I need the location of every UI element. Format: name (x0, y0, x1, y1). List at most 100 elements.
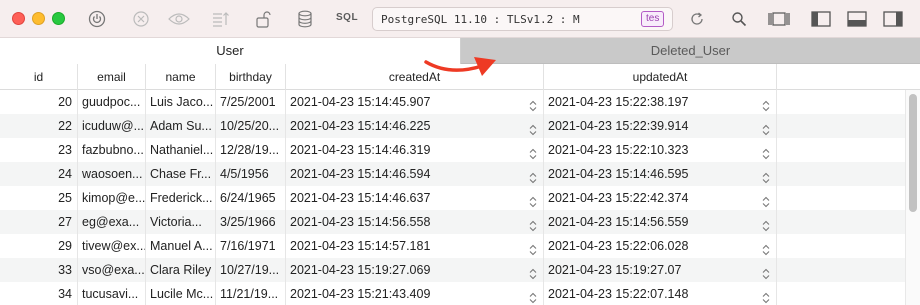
cell-createdat[interactable]: 2021-04-23 15:19:27.069 (286, 258, 544, 282)
cell-name[interactable]: Luis Jaco... (146, 90, 216, 114)
cell-name[interactable]: Nathaniel... (146, 138, 216, 162)
stepper-icon[interactable] (762, 192, 770, 208)
vertical-scrollbar[interactable] (905, 90, 920, 305)
stepper-icon[interactable] (762, 120, 770, 136)
cell-createdat[interactable]: 2021-04-23 15:21:43.409 (286, 282, 544, 305)
cell-createdat[interactable]: 2021-04-23 15:14:56.558 (286, 210, 544, 234)
cell-name[interactable]: Frederick... (146, 186, 216, 210)
cell-createdat[interactable]: 2021-04-23 15:14:46.594 (286, 162, 544, 186)
table-row[interactable]: 20 guudpoc... Luis Jaco... 7/25/2001 2021-04… (0, 90, 905, 114)
sort-icon[interactable] (210, 8, 232, 30)
stepper-icon[interactable] (762, 168, 770, 184)
cell-empty[interactable] (777, 210, 905, 234)
cell-birthday[interactable]: 6/24/1965 (216, 186, 286, 210)
cell-empty[interactable] (777, 138, 905, 162)
cell-empty[interactable] (777, 186, 905, 210)
stepper-icon[interactable] (529, 288, 537, 304)
cell-email[interactable]: tucusavi... (78, 282, 146, 305)
stepper-icon[interactable] (529, 96, 537, 112)
column-header-createdat[interactable]: createdAt (286, 64, 544, 90)
search-icon[interactable] (728, 8, 750, 30)
stepper-icon[interactable] (762, 264, 770, 280)
table-row[interactable]: 23 fazbubno... Nathaniel... 12/28/19... 2021… (0, 138, 905, 162)
cell-email[interactable]: guudpoc... (78, 90, 146, 114)
cell-id[interactable]: 33 (0, 258, 78, 282)
cell-updatedat[interactable]: 2021-04-23 15:22:38.197 (544, 90, 777, 114)
cell-id[interactable]: 25 (0, 186, 78, 210)
table-row[interactable]: 25 kimop@e... Frederick... 6/24/1965 2021-04… (0, 186, 905, 210)
cell-updatedat[interactable]: 2021-04-23 15:22:39.914 (544, 114, 777, 138)
cell-email[interactable]: kimop@e... (78, 186, 146, 210)
power-icon[interactable] (86, 8, 108, 30)
cell-email[interactable]: vso@exa... (78, 258, 146, 282)
cell-name[interactable]: Adam Su... (146, 114, 216, 138)
column-header-id[interactable]: id (0, 64, 78, 90)
table-row[interactable]: 33 vso@exa... Clara Riley 10/27/19... 2021-0… (0, 258, 905, 282)
stepper-icon[interactable] (762, 144, 770, 160)
panels-icon[interactable] (768, 8, 790, 30)
cell-updatedat[interactable]: 2021-04-23 15:22:07.148 (544, 282, 777, 305)
cell-empty[interactable] (777, 258, 905, 282)
cell-email[interactable]: eg@exa... (78, 210, 146, 234)
tab-deleted-user[interactable]: Deleted_User (461, 38, 920, 64)
cell-birthday[interactable]: 3/25/1966 (216, 210, 286, 234)
stepper-icon[interactable] (529, 216, 537, 232)
lock-icon[interactable] (252, 8, 274, 30)
cell-id[interactable]: 22 (0, 114, 78, 138)
cell-id[interactable]: 24 (0, 162, 78, 186)
cell-email[interactable]: icuduw@... (78, 114, 146, 138)
left-sidebar-icon[interactable] (810, 8, 832, 30)
cell-email[interactable]: waosoen... (78, 162, 146, 186)
column-header-email[interactable]: email (78, 64, 146, 90)
cell-empty[interactable] (777, 234, 905, 258)
stepper-icon[interactable] (529, 192, 537, 208)
cell-id[interactable]: 20 (0, 90, 78, 114)
stepper-icon[interactable] (529, 144, 537, 160)
stepper-icon[interactable] (529, 120, 537, 136)
connection-info[interactable]: PostgreSQL 11.10 : TLSv1.2 : M tes (372, 7, 673, 31)
eye-icon[interactable] (168, 8, 190, 30)
cell-name[interactable]: Victoria... (146, 210, 216, 234)
table-row[interactable]: 22 icuduw@... Adam Su... 10/25/20... 2021-04… (0, 114, 905, 138)
cell-createdat[interactable]: 2021-04-23 15:14:46.319 (286, 138, 544, 162)
cell-empty[interactable] (777, 282, 905, 305)
column-header-updatedat[interactable]: updatedAt (544, 64, 777, 90)
column-header-name[interactable]: name (146, 64, 216, 90)
cell-id[interactable]: 29 (0, 234, 78, 258)
cell-id[interactable]: 23 (0, 138, 78, 162)
cell-birthday[interactable]: 11/21/19... (216, 282, 286, 305)
cell-empty[interactable] (777, 162, 905, 186)
database-icon[interactable] (294, 8, 316, 30)
tab-user[interactable]: User (0, 38, 461, 64)
cell-updatedat[interactable]: 2021-04-23 15:14:56.559 (544, 210, 777, 234)
close-circle-icon[interactable] (130, 8, 152, 30)
cell-updatedat[interactable]: 2021-04-23 15:14:46.595 (544, 162, 777, 186)
sql-button[interactable]: SQL (336, 12, 358, 23)
table-row[interactable]: 29 tivew@ex... Manuel A... 7/16/1971 2021-04… (0, 234, 905, 258)
cell-empty[interactable] (777, 90, 905, 114)
cell-birthday[interactable]: 12/28/19... (216, 138, 286, 162)
stepper-icon[interactable] (762, 216, 770, 232)
stepper-icon[interactable] (762, 240, 770, 256)
table-row[interactable]: 34 tucusavi... Lucile Mc... 11/21/19... 2021… (0, 282, 905, 305)
cell-birthday[interactable]: 10/25/20... (216, 114, 286, 138)
cell-id[interactable]: 27 (0, 210, 78, 234)
cell-birthday[interactable]: 7/25/2001 (216, 90, 286, 114)
cell-createdat[interactable]: 2021-04-23 15:14:57.181 (286, 234, 544, 258)
stepper-icon[interactable] (529, 168, 537, 184)
table-row[interactable]: 27 eg@exa... Victoria... 3/25/1966 2021-04-2… (0, 210, 905, 234)
scrollbar-thumb[interactable] (909, 94, 917, 212)
minimize-window-button[interactable] (32, 12, 45, 25)
cell-empty[interactable] (777, 114, 905, 138)
cell-birthday[interactable]: 4/5/1956 (216, 162, 286, 186)
cell-email[interactable]: fazbubno... (78, 138, 146, 162)
zoom-window-button[interactable] (52, 12, 65, 25)
cell-updatedat[interactable]: 2021-04-23 15:22:10.323 (544, 138, 777, 162)
cell-birthday[interactable]: 10/27/19... (216, 258, 286, 282)
column-header-birthday[interactable]: birthday (216, 64, 286, 90)
stepper-icon[interactable] (529, 264, 537, 280)
cell-name[interactable]: Manuel A... (146, 234, 216, 258)
stepper-icon[interactable] (762, 96, 770, 112)
cell-id[interactable]: 34 (0, 282, 78, 305)
cell-updatedat[interactable]: 2021-04-23 15:19:27.07 (544, 258, 777, 282)
